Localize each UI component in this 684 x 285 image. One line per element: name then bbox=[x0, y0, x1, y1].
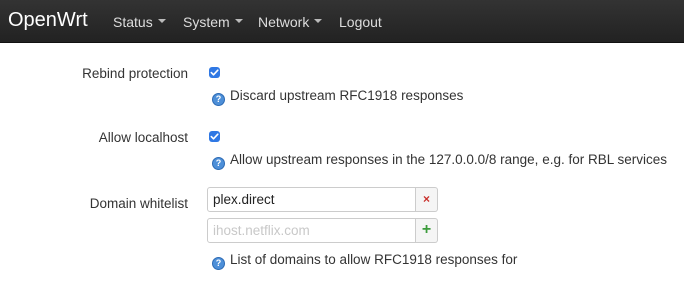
add-entry-button[interactable]: + bbox=[416, 218, 438, 243]
allow-localhost-checkbox[interactable] bbox=[209, 131, 220, 142]
allow-localhost-help: ? Allow upstream responses in the 127.0.0… bbox=[212, 152, 667, 170]
rebind-protection-checkbox[interactable] bbox=[209, 67, 220, 78]
checkmark-icon bbox=[210, 69, 219, 76]
domain-whitelist-label: Domain whitelist bbox=[89, 196, 188, 211]
top-navbar: OpenWrt Status System Network Logout bbox=[0, 0, 684, 43]
nav-system-menu[interactable]: System bbox=[183, 14, 243, 30]
checkmark-icon bbox=[210, 133, 219, 140]
domain-whitelist-help: ? List of domains to allow RFC1918 respon… bbox=[212, 252, 517, 270]
rebind-protection-help: ? Discard upstream RFC1918 responses bbox=[212, 88, 463, 106]
domain-whitelist-entry-field[interactable]: plex.direct bbox=[207, 187, 416, 212]
nav-status-menu[interactable]: Status bbox=[113, 14, 166, 30]
chevron-down-icon bbox=[157, 19, 166, 24]
allow-localhost-label: Allow localhost bbox=[98, 130, 188, 145]
help-circle-icon: ? bbox=[212, 157, 225, 170]
chevron-down-icon bbox=[234, 19, 243, 24]
nav-system-label: System bbox=[183, 14, 230, 30]
domain-whitelist-new-entry-field[interactable]: ihost.netflix.com bbox=[207, 218, 416, 243]
allow-localhost-help-text: Allow upstream responses in the 127.0.0.… bbox=[230, 152, 667, 167]
brand-logo[interactable]: OpenWrt bbox=[8, 9, 88, 32]
nav-status-label: Status bbox=[113, 14, 153, 30]
nav-network-label: Network bbox=[258, 14, 310, 30]
remove-entry-button[interactable]: × bbox=[416, 187, 438, 212]
nav-network-menu[interactable]: Network bbox=[258, 14, 323, 30]
help-circle-icon: ? bbox=[212, 257, 225, 270]
nav-logout-link[interactable]: Logout bbox=[339, 14, 382, 30]
rebind-protection-label: Rebind protection bbox=[82, 66, 188, 81]
chevron-down-icon bbox=[314, 19, 323, 24]
domain-whitelist-help-text: List of domains to allow RFC1918 respons… bbox=[230, 252, 518, 267]
rebind-protection-help-text: Discard upstream RFC1918 responses bbox=[230, 88, 464, 103]
help-circle-icon: ? bbox=[212, 93, 225, 106]
